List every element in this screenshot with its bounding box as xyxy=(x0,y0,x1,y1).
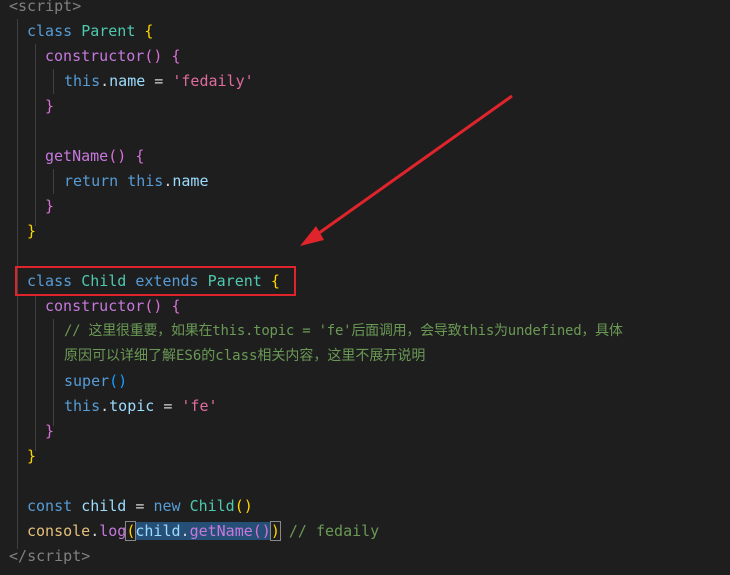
code-editor[interactable]: <script> class Parent { constructor() { … xyxy=(0,0,730,575)
annotation-arrow-icon xyxy=(300,94,513,246)
